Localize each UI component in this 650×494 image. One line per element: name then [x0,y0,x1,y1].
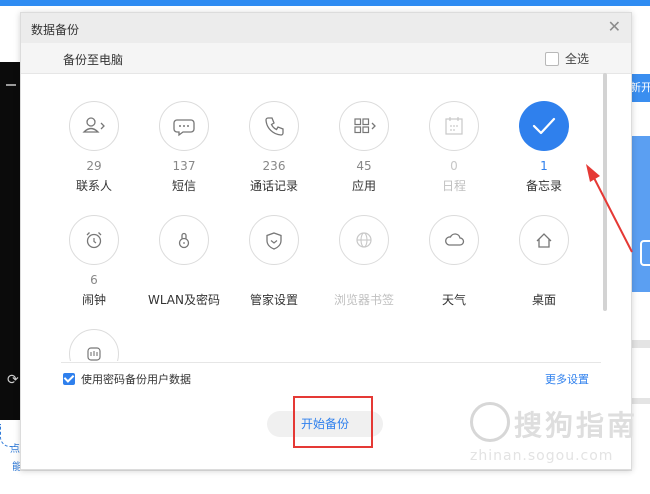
watermark-text: 搜狗指南 [514,409,639,442]
watermark-url: zhinan.sogou.com [470,448,614,464]
watermark-logo [470,402,510,442]
